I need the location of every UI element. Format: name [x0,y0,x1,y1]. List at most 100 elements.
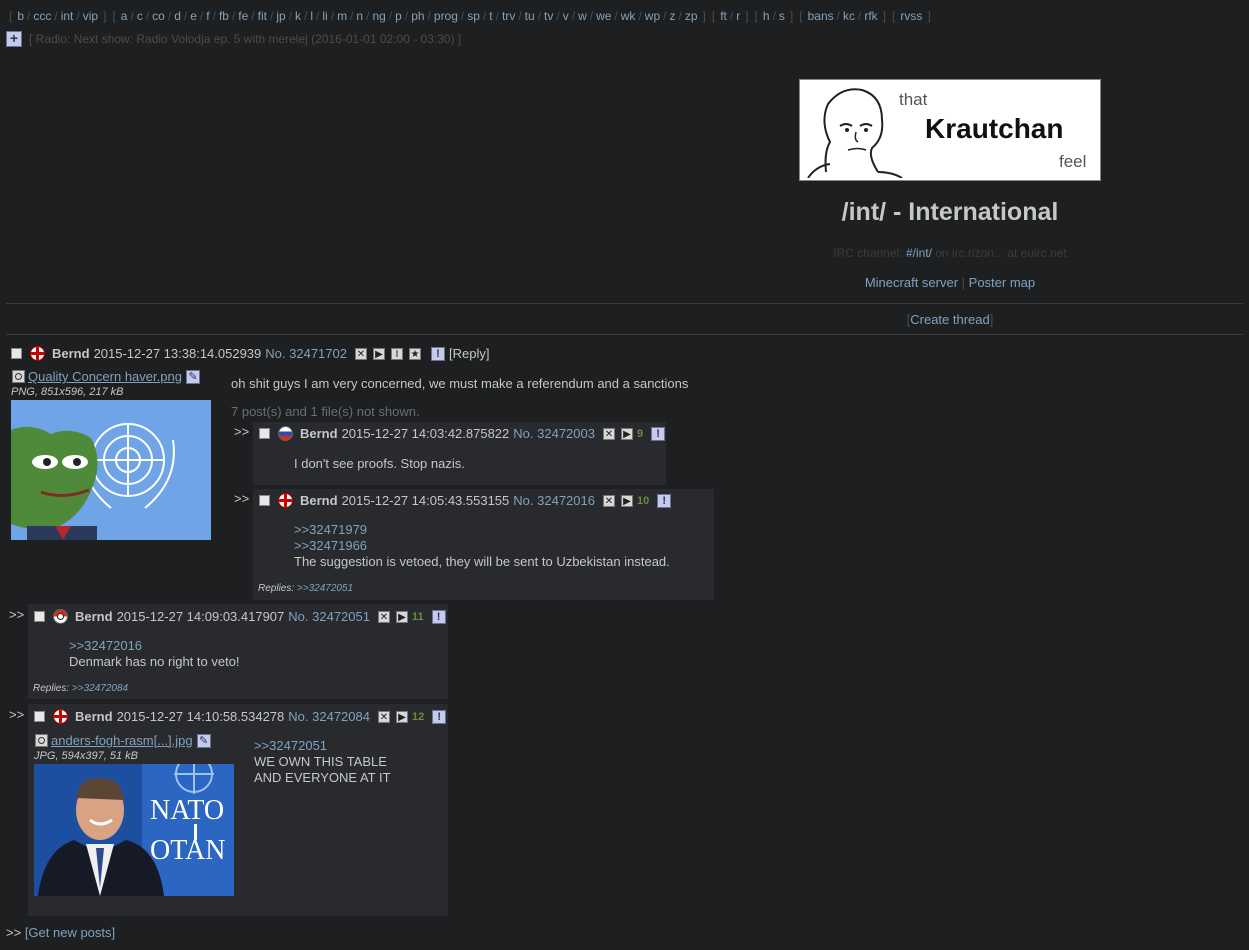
board-link-s[interactable]: s [779,9,785,23]
report-icon[interactable]: ! [431,609,446,624]
board-link-rfk[interactable]: rfk [864,9,877,23]
backlink[interactable]: >>32472051 [297,583,353,594]
board-link-zp[interactable]: zp [685,9,698,23]
get-new-posts-link[interactable]: [Get new posts] [25,925,115,940]
board-link-kc[interactable]: kc [843,9,855,23]
expand-radio-button[interactable]: + [6,31,22,47]
quote-link[interactable]: >>32471966 [294,538,670,554]
reply-link[interactable]: [Reply] [449,346,489,361]
post-number-link[interactable]: No. 32471702 [265,346,347,361]
post-number-link[interactable]: No. 32472084 [288,709,370,724]
board-link-trv[interactable]: trv [502,9,515,23]
board-link-b[interactable]: b [17,9,24,23]
post-checkbox[interactable] [11,348,22,359]
board-link-r[interactable]: r [736,9,740,23]
backlink[interactable]: >>32472084 [72,683,128,694]
poster-map-link[interactable]: Poster map [969,275,1035,290]
board-link-n[interactable]: n [356,9,363,23]
minecraft-server-link[interactable]: Minecraft server [865,275,958,290]
board-link-co[interactable]: co [152,9,165,23]
board-link-t[interactable]: t [489,9,492,23]
board-link-w[interactable]: w [578,9,587,23]
reply-file-link[interactable]: anders-fogh-rasm[...].jpg [51,733,193,748]
board-link-h[interactable]: h [763,9,770,23]
reply-arrow: >> [9,707,25,722]
play-icon[interactable]: ▶ [620,494,633,507]
report-icon[interactable]: ! [651,426,666,441]
post-checkbox[interactable] [259,428,270,439]
play-icon[interactable]: ▶ [395,610,408,623]
board-link-fe[interactable]: fe [238,9,248,23]
delete-icon[interactable]: ✕ [377,610,390,623]
post-number-link[interactable]: No. 32472051 [288,609,370,624]
delete-icon[interactable]: ✕ [602,427,615,440]
play-icon[interactable]: ▶ [372,347,385,360]
board-link-fb[interactable]: fb [219,9,229,23]
board-link-ng[interactable]: ng [372,9,385,23]
post-number-link[interactable]: No. 32472016 [513,493,595,508]
board-link-wk[interactable]: wk [621,9,636,23]
board-link-vip[interactable]: vip [83,9,98,23]
board-link-bans[interactable]: bans [808,9,834,23]
board-link-l[interactable]: l [310,9,313,23]
board-link-int[interactable]: int [61,9,74,23]
quote-link[interactable]: >>32472016 [69,638,240,654]
report-icon[interactable]: ! [430,346,445,361]
post-checkbox[interactable] [259,495,270,506]
board-link-rvss[interactable]: rvss [900,9,922,23]
report-icon[interactable]: ! [432,709,447,724]
report-icon[interactable]: ! [657,493,672,508]
board-link-ft[interactable]: ft [720,9,727,23]
reply-body: >>32472016 Denmark has no right to veto! [69,638,240,670]
board-link-v[interactable]: v [563,9,569,23]
board-link-sp[interactable]: sp [467,9,480,23]
op-file-link[interactable]: Quality Concern haver.png [28,369,182,384]
board-link-a[interactable]: a [121,9,128,23]
create-thread-link[interactable]: Create thread [910,312,990,327]
magnify-icon[interactable] [12,370,25,383]
board-link-c[interactable]: c [137,9,143,23]
irc-channel-link[interactable]: #/int/ [906,246,932,260]
post-number-link[interactable]: No. 32472003 [513,426,595,441]
delete-icon[interactable]: ✕ [377,710,390,723]
board-link-d[interactable]: d [174,9,181,23]
board-link-ph[interactable]: ph [411,9,424,23]
board-link-f[interactable]: f [206,9,209,23]
board-link-jp[interactable]: jp [276,9,285,23]
board-link-p[interactable]: p [395,9,402,23]
op-image-thumbnail[interactable] [11,400,211,540]
board-navigation: [b / ccc / int / vip][a / c / co / d / e / f / fb / fe / fit / j… [6,9,934,23]
board-link-tv[interactable]: tv [544,9,553,23]
nav-bracket: ] [927,9,931,23]
sticky-icon[interactable]: I [390,347,403,360]
delete-icon[interactable]: ✕ [354,347,367,360]
board-link-we[interactable]: we [596,9,611,23]
nav-separator: / [518,9,522,23]
board-link-tu[interactable]: tu [525,9,535,23]
star-icon[interactable]: ★ [408,347,421,360]
post-checkbox[interactable] [34,611,45,622]
board-link-wp[interactable]: wp [645,9,660,23]
board-link-e[interactable]: e [190,9,197,23]
edit-icon[interactable]: ✎ [185,369,200,384]
magnify-icon[interactable] [35,734,48,747]
quote-link[interactable]: >>32472051 [254,738,391,754]
board-link-m[interactable]: m [337,9,347,23]
board-link-k[interactable]: k [295,9,301,23]
board-link-z[interactable]: z [669,9,675,23]
nav-separator: / [427,9,431,23]
board-link-fit[interactable]: fit [258,9,267,23]
op-body: oh shit guys I am very concerned, we mus… [231,376,689,391]
reply-image-thumbnail[interactable]: NATO OTAN [34,764,234,896]
board-link-ccc[interactable]: ccc [33,9,51,23]
play-icon[interactable]: ▶ [620,427,633,440]
quote-link[interactable]: >>32471979 [294,522,670,538]
board-link-prog[interactable]: prog [434,9,458,23]
edit-icon[interactable]: ✎ [196,733,211,748]
post-count: 10 [636,494,650,507]
country-ball-icon [278,426,293,441]
delete-icon[interactable]: ✕ [602,494,615,507]
play-icon[interactable]: ▶ [395,710,408,723]
post-checkbox[interactable] [34,711,45,722]
board-link-li[interactable]: li [322,9,327,23]
